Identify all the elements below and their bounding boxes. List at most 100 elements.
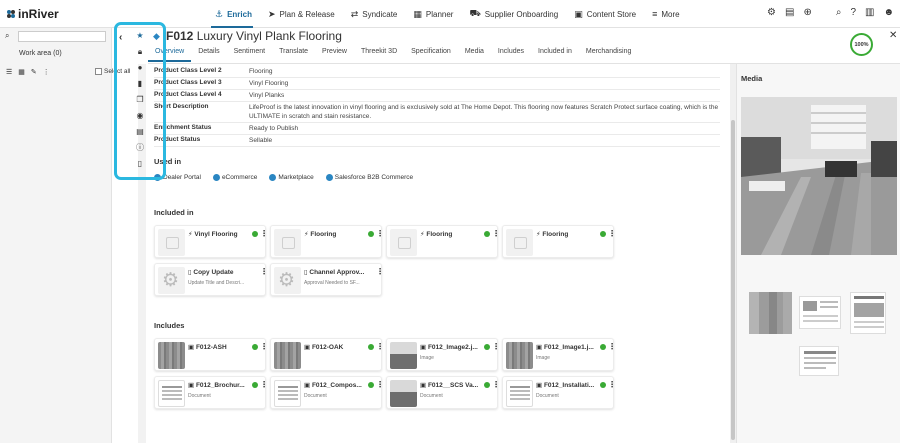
tools-icon[interactable]: ✎ (31, 68, 37, 76)
includes-card[interactable]: ▣ F012__SCS Va... Document ⋮ (386, 376, 500, 409)
select-all-checkbox[interactable] (95, 68, 102, 75)
list-view-icon[interactable]: ☰ (6, 68, 12, 76)
includes-card[interactable]: ▣ F012_Brochur... Document ⋮ (154, 376, 268, 409)
channel-chip[interactable]: Salesforce B2B Commerce (325, 174, 413, 181)
notes-icon[interactable]: ▥ (865, 7, 874, 18)
zoom-icon[interactable]: ⊕ (803, 7, 811, 18)
media-thumbnail[interactable] (749, 292, 792, 334)
included-in-card[interactable]: ▯ Copy Update Update Title and Descri... ⋮ (154, 263, 268, 296)
nav-content-store[interactable]: ▣ Content Store (566, 0, 644, 28)
delete-icon[interactable]: ▯ (138, 157, 142, 170)
app-name: inRiver (18, 7, 59, 21)
scrollbar-thumb[interactable] (731, 120, 735, 440)
media-title: Media (741, 74, 763, 83)
includes-card[interactable]: ▣ F012_Image2.j... Image ⋮ (386, 338, 500, 371)
chevron-left-icon[interactable]: ‹ (119, 32, 122, 43)
more-icon[interactable]: ⋮ (260, 229, 268, 238)
more-icon[interactable]: ⋮ (608, 380, 616, 389)
tag-icon[interactable]: ◆ (153, 31, 160, 42)
tab-overview[interactable]: Overview (148, 48, 192, 62)
lock-icon[interactable]: 🔒︎ (138, 45, 142, 58)
channel-chip[interactable]: Dealer Portal (154, 174, 201, 181)
main-media-image[interactable] (741, 97, 897, 255)
tab-included-in[interactable]: Included in (531, 48, 579, 62)
completeness-indicator[interactable]: 100% (850, 33, 873, 56)
more-icon[interactable]: ⋮ (376, 229, 384, 238)
more-icon[interactable]: ⋮ (376, 342, 384, 351)
more-icon[interactable]: ⋮ (43, 68, 50, 76)
more-icon[interactable]: ⋮ (492, 342, 500, 351)
tab-media[interactable]: Media (458, 48, 491, 62)
close-icon[interactable]: ✕ (889, 30, 897, 41)
info-icon[interactable]: ⓘ (136, 141, 144, 154)
includes-card[interactable]: ▣ F012_Installati... Document ⋮ (502, 376, 616, 409)
includes-card[interactable]: ▣ F012-OAK ⋮ (270, 338, 384, 371)
channel-chip[interactable]: Marketplace (269, 174, 314, 181)
nav-more[interactable]: ≡ More (644, 0, 688, 28)
star-icon[interactable]: ★ (136, 29, 143, 42)
tab-threekit[interactable]: Threekit 3D (354, 48, 404, 62)
more-icon[interactable]: ⋮ (260, 267, 268, 276)
more-icon[interactable]: ⋮ (376, 380, 384, 389)
field-label: Product Class Level 4 (154, 91, 222, 98)
includes-card[interactable]: ▣ F012_Image1.j... Image ⋮ (502, 338, 616, 371)
app-logo[interactable]: inRiver (6, 7, 59, 21)
grid-view-icon[interactable]: ▦ (18, 68, 25, 76)
settings-icon[interactable]: ⚙ (767, 7, 776, 18)
more-icon[interactable]: ⋮ (492, 229, 500, 238)
tab-includes[interactable]: Includes (491, 48, 531, 62)
more-icon[interactable]: ⋮ (260, 342, 268, 351)
more-icon[interactable]: ⋮ (608, 342, 616, 351)
tab-translate[interactable]: Translate (272, 48, 315, 62)
channel-chip[interactable]: eCommerce (212, 174, 257, 181)
included-in-card[interactable]: ⚡ Vinyl Flooring ⋮ (154, 225, 268, 258)
nav-supplier-onboarding[interactable]: ⛟ Supplier Onboarding (461, 0, 566, 28)
card-subtitle: Approval Needed to SF... (304, 280, 360, 286)
included-in-card[interactable]: ⚡ Flooring ⋮ (502, 225, 616, 258)
more-icon[interactable]: ⋮ (492, 380, 500, 389)
included-in-card[interactable]: ⚡ Flooring ⋮ (270, 225, 384, 258)
media-thumbnail[interactable] (799, 346, 839, 376)
status-dot (484, 382, 490, 388)
more-icon[interactable]: ⋮ (376, 267, 384, 276)
menu-icon: ≡ (652, 9, 658, 19)
help-icon[interactable]: ? (850, 7, 856, 18)
view-icon[interactable]: ◉ (137, 109, 144, 122)
nav-enrich[interactable]: ⚓ Enrich (207, 0, 260, 28)
comment-icon[interactable]: ● (138, 61, 143, 74)
card-title: ▣ F012__SCS Va... (420, 382, 479, 389)
nav-plan-release[interactable]: ➤ Plan & Release (260, 0, 343, 28)
tab-preview[interactable]: Preview (315, 48, 354, 62)
entity-code: F012 (166, 29, 194, 43)
more-icon[interactable]: ⋮ (260, 380, 268, 389)
media-thumbnail[interactable] (799, 296, 841, 329)
tab-specification[interactable]: Specification (404, 48, 458, 62)
select-all[interactable]: Select all (95, 68, 130, 75)
document-icon[interactable]: ▤ (136, 125, 144, 138)
nav-planner[interactable]: ▦ Planner (405, 0, 461, 28)
tab-sentiment[interactable]: Sentiment (227, 48, 273, 62)
document-page-icon (854, 296, 884, 328)
included-in-card[interactable]: ▯ Channel Approv... Approval Needed to SF… (270, 263, 384, 296)
more-icon[interactable]: ⋮ (608, 229, 616, 238)
card-subtitle: Document (304, 393, 327, 399)
nav-syndicate[interactable]: ⇄ Syndicate (343, 0, 406, 28)
includes-card[interactable]: ▣ F012_Compos... Document ⋮ (270, 376, 384, 409)
copy-icon[interactable]: ❐ (136, 93, 143, 106)
includes-card[interactable]: ▣ F012-ASH ⋮ (154, 338, 268, 371)
clipboard-icon[interactable]: ▮ (138, 77, 142, 90)
thumbnail (274, 342, 301, 369)
user-icon[interactable]: ☻ (883, 7, 894, 18)
media-thumbnail[interactable] (850, 292, 886, 334)
search-icon[interactable]: ⌕ (836, 7, 842, 18)
search-input[interactable] (18, 31, 106, 42)
tab-details[interactable]: Details (191, 48, 226, 62)
bookmark-icon[interactable]: ▤ (785, 7, 794, 18)
card-title: ▯ Copy Update (188, 269, 234, 276)
tab-merchandising[interactable]: Merchandising (579, 48, 639, 62)
included-in-card[interactable]: ⚡ Flooring ⋮ (386, 225, 500, 258)
work-area-label[interactable]: Work area (0) (19, 50, 62, 57)
used-in-title: Used in (154, 157, 182, 166)
entity-title: F012 Luxury Vinyl Plank Flooring (166, 29, 342, 43)
